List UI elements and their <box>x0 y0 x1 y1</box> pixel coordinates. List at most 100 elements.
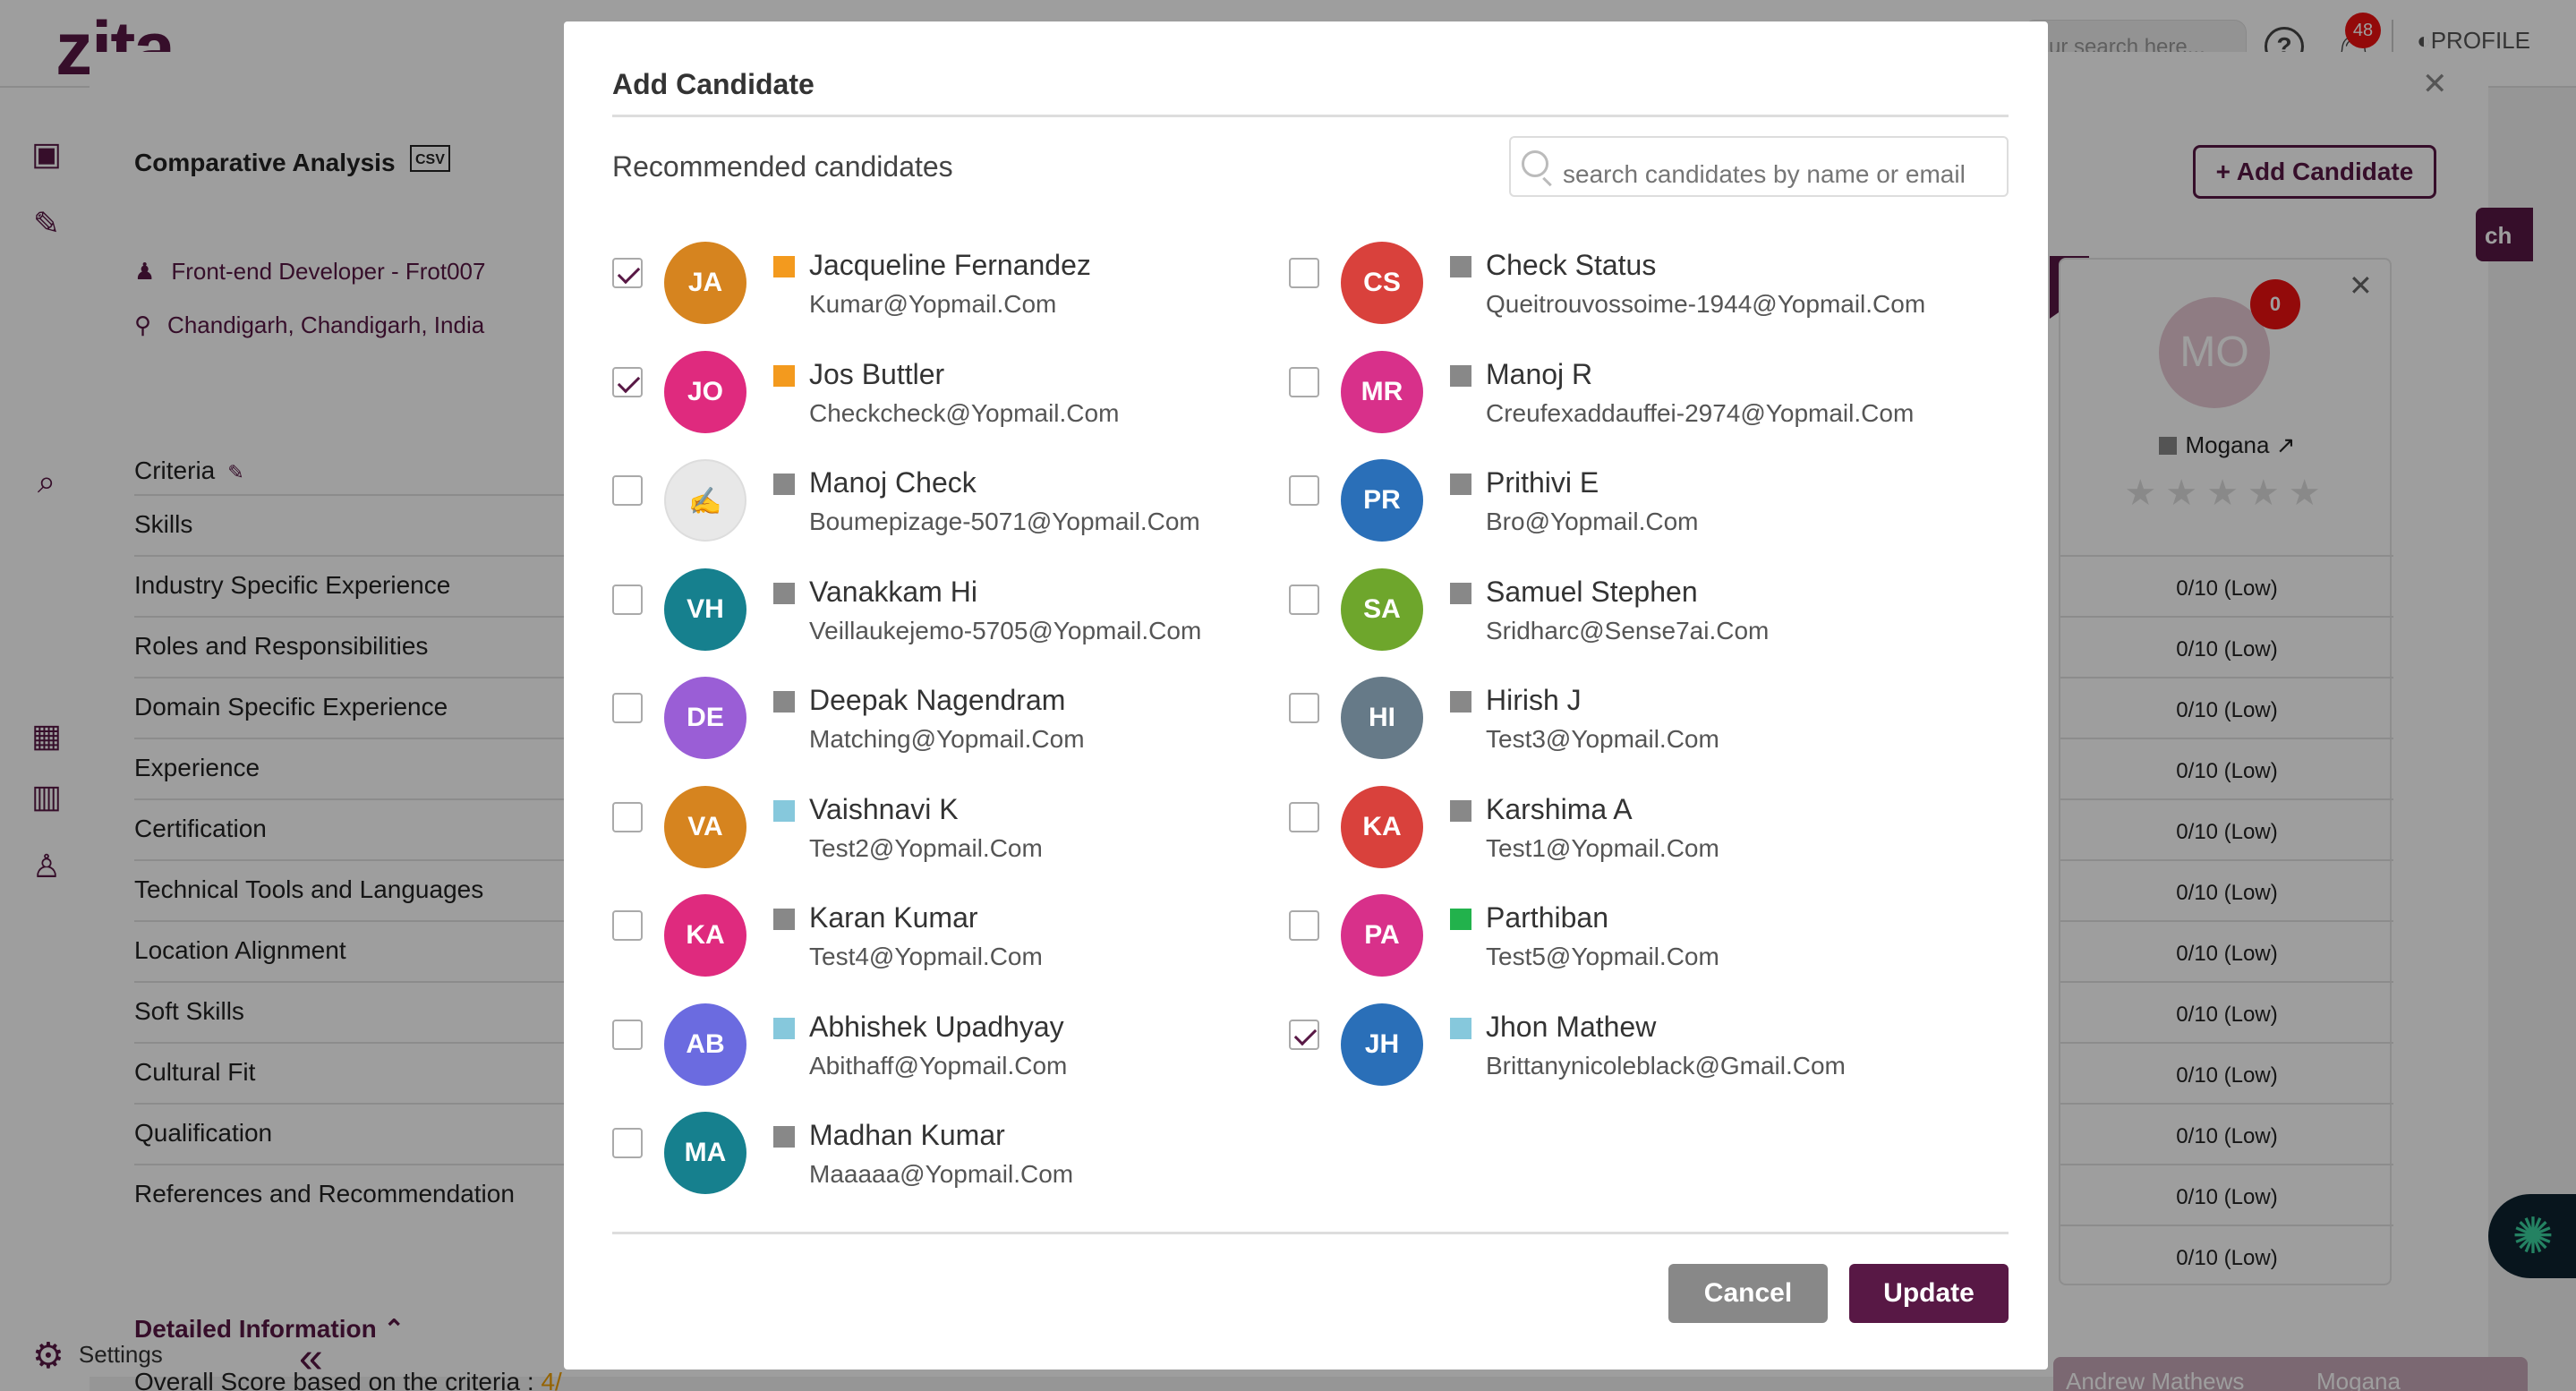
avatar: MA <box>664 1112 746 1194</box>
candidate-email: Test5@Yopmail.Com <box>1486 943 1719 970</box>
candidate-row[interactable]: MR Manoj R Creufexaddauffei-2974@Yopmail.C… <box>1289 350 1933 440</box>
candidate-checkbox[interactable] <box>612 366 643 397</box>
status-square-icon <box>773 1126 795 1148</box>
avatar: JO <box>664 350 746 433</box>
candidate-email: Veillaukejemo-5705@Yopmail.Com <box>809 616 1202 644</box>
status-square-icon <box>1450 799 1471 822</box>
candidate-name: Check Status <box>1486 249 1657 281</box>
recommended-candidates-label: Recommended candidates <box>612 150 953 183</box>
candidate-name: Manoj Check <box>809 466 977 499</box>
candidate-name: Hirish J <box>1486 684 1582 716</box>
candidate-name: Deepak Nagendram <box>809 684 1066 716</box>
candidate-row[interactable]: KA Karshima A Test1@Yopmail.Com <box>1289 785 1933 875</box>
candidate-row[interactable]: MA Madhan Kumar Maaaaa@Yopmail.Com <box>612 1112 1257 1201</box>
candidate-name: Madhan Kumar <box>809 1119 1005 1151</box>
candidate-checkbox[interactable] <box>1289 1019 1319 1050</box>
status-square-icon <box>1450 691 1471 713</box>
candidate-email: Test4@Yopmail.Com <box>809 943 1043 970</box>
candidate-row[interactable]: ✍ Manoj Check Boumepizage-5071@Yopmail.Com <box>612 459 1257 549</box>
candidate-name: Jhon Mathew <box>1486 1010 1657 1043</box>
candidate-name: Jos Buttler <box>809 357 945 390</box>
candidate-row[interactable]: AB Abhishek Upadhyay Abithaff@Yopmail.Com <box>612 1003 1257 1093</box>
avatar: SA <box>1341 567 1423 651</box>
candidate-row[interactable]: DE Deepak Nagendram Matching@Yopmail.Com <box>612 677 1257 766</box>
candidate-email: Bro@Yopmail.Com <box>1486 508 1699 535</box>
divider <box>612 115 2009 117</box>
search-icon <box>1522 150 1548 177</box>
status-square-icon <box>1450 1017 1471 1039</box>
candidate-name: Karshima A <box>1486 792 1633 825</box>
candidate-email: Kumar@Yopmail.Com <box>809 290 1057 318</box>
candidate-checkbox[interactable] <box>1289 366 1319 397</box>
candidate-checkbox[interactable] <box>1289 693 1319 723</box>
candidate-email: Test1@Yopmail.Com <box>1486 833 1719 862</box>
modal-title: Add Candidate <box>612 68 815 100</box>
candidate-email: Creufexaddauffei-2974@Yopmail.Com <box>1486 398 1915 427</box>
candidate-email: Test2@Yopmail.Com <box>809 833 1043 862</box>
candidate-row[interactable]: JO Jos Buttler Checkcheck@Yopmail.Com <box>612 350 1257 440</box>
avatar: KA <box>664 894 746 977</box>
candidate-checkbox[interactable] <box>612 258 643 288</box>
candidate-checkbox[interactable] <box>1289 801 1319 832</box>
candidate-checkbox[interactable] <box>612 475 643 506</box>
avatar: JH <box>1341 1003 1423 1086</box>
candidate-row[interactable]: CS Check Status Queitrouvossoime-1944@Yopm… <box>1289 242 1933 331</box>
status-square-icon <box>773 364 795 387</box>
candidate-row[interactable]: JA Jacqueline Fernandez Kumar@Yopmail.Com <box>612 242 1257 331</box>
candidate-row[interactable]: SA Samuel Stephen Sridharc@Sense7ai.Com <box>1289 567 1933 658</box>
candidate-checkbox[interactable] <box>612 910 643 941</box>
candidate-checkbox[interactable] <box>612 1019 643 1050</box>
candidate-email: Sridharc@Sense7ai.Com <box>1486 616 1770 644</box>
status-square-icon <box>1450 256 1471 277</box>
avatar: HI <box>1341 677 1423 759</box>
candidate-email: Matching@Yopmail.Com <box>809 725 1085 753</box>
candidate-checkbox[interactable] <box>612 1128 643 1158</box>
candidate-row[interactable]: PR Prithivi E Bro@Yopmail.Com <box>1289 459 1933 549</box>
candidate-name: Abhishek Upadhyay <box>809 1010 1064 1043</box>
candidate-checkbox[interactable] <box>1289 258 1319 288</box>
candidate-email: Checkcheck@Yopmail.Com <box>809 398 1120 427</box>
close-icon[interactable]: ✕ <box>2422 66 2448 102</box>
status-square-icon <box>773 799 795 822</box>
candidate-row[interactable]: HI Hirish J Test3@Yopmail.Com <box>1289 677 1933 766</box>
candidate-checkbox[interactable] <box>612 801 643 832</box>
status-square-icon <box>773 256 795 277</box>
candidate-checkbox[interactable] <box>612 584 643 615</box>
candidate-name: Parthiban <box>1486 901 1608 934</box>
candidate-checkbox[interactable] <box>1289 475 1319 506</box>
candidate-row[interactable]: KA Karan Kumar Test4@Yopmail.Com <box>612 894 1257 984</box>
avatar: JA <box>664 242 746 324</box>
candidate-checkbox[interactable] <box>612 693 643 723</box>
divider <box>612 1232 2009 1234</box>
status-square-icon <box>773 474 795 495</box>
signature-avatar: ✍ <box>664 459 746 542</box>
avatar: DE <box>664 677 746 759</box>
avatar: MR <box>1341 350 1423 433</box>
candidate-row[interactable]: PA Parthiban Test5@Yopmail.Com <box>1289 894 1933 984</box>
candidate-name: Manoj R <box>1486 357 1593 390</box>
add-candidate-modal: Add Candidate Recommended candidates JAJ… <box>564 21 2048 1370</box>
candidate-checkbox[interactable] <box>1289 584 1319 615</box>
candidate-row[interactable]: VA Vaishnavi K Test2@Yopmail.Com <box>612 785 1257 875</box>
candidate-search-input[interactable] <box>1509 136 2009 197</box>
candidate-name: Samuel Stephen <box>1486 575 1698 608</box>
status-square-icon <box>1450 364 1471 387</box>
candidate-email: Queitrouvossoime-1944@Yopmail.Com <box>1486 290 1926 318</box>
update-button[interactable]: Update <box>1849 1264 2009 1323</box>
avatar: VH <box>664 567 746 651</box>
avatar: VA <box>664 785 746 868</box>
candidate-checkbox[interactable] <box>1289 910 1319 941</box>
candidate-email: Test3@Yopmail.Com <box>1486 725 1719 753</box>
candidate-row[interactable]: JH Jhon Mathew Brittanynicoleblack@Gmail.C… <box>1289 1003 1933 1093</box>
status-square-icon <box>1450 582 1471 604</box>
candidate-email: Abithaff@Yopmail.Com <box>809 1051 1068 1080</box>
cancel-button[interactable]: Cancel <box>1668 1264 1828 1323</box>
status-square-icon <box>773 909 795 930</box>
candidate-name: Vanakkam Hi <box>809 575 977 608</box>
status-square-icon <box>773 691 795 713</box>
avatar: CS <box>1341 242 1423 324</box>
candidate-email: Brittanynicoleblack@Gmail.Com <box>1486 1051 1846 1080</box>
status-square-icon <box>1450 474 1471 495</box>
candidate-row[interactable]: VH Vanakkam Hi Veillaukejemo-5705@Yopmail.… <box>612 567 1257 658</box>
candidate-email: Maaaaa@Yopmail.Com <box>809 1160 1074 1188</box>
